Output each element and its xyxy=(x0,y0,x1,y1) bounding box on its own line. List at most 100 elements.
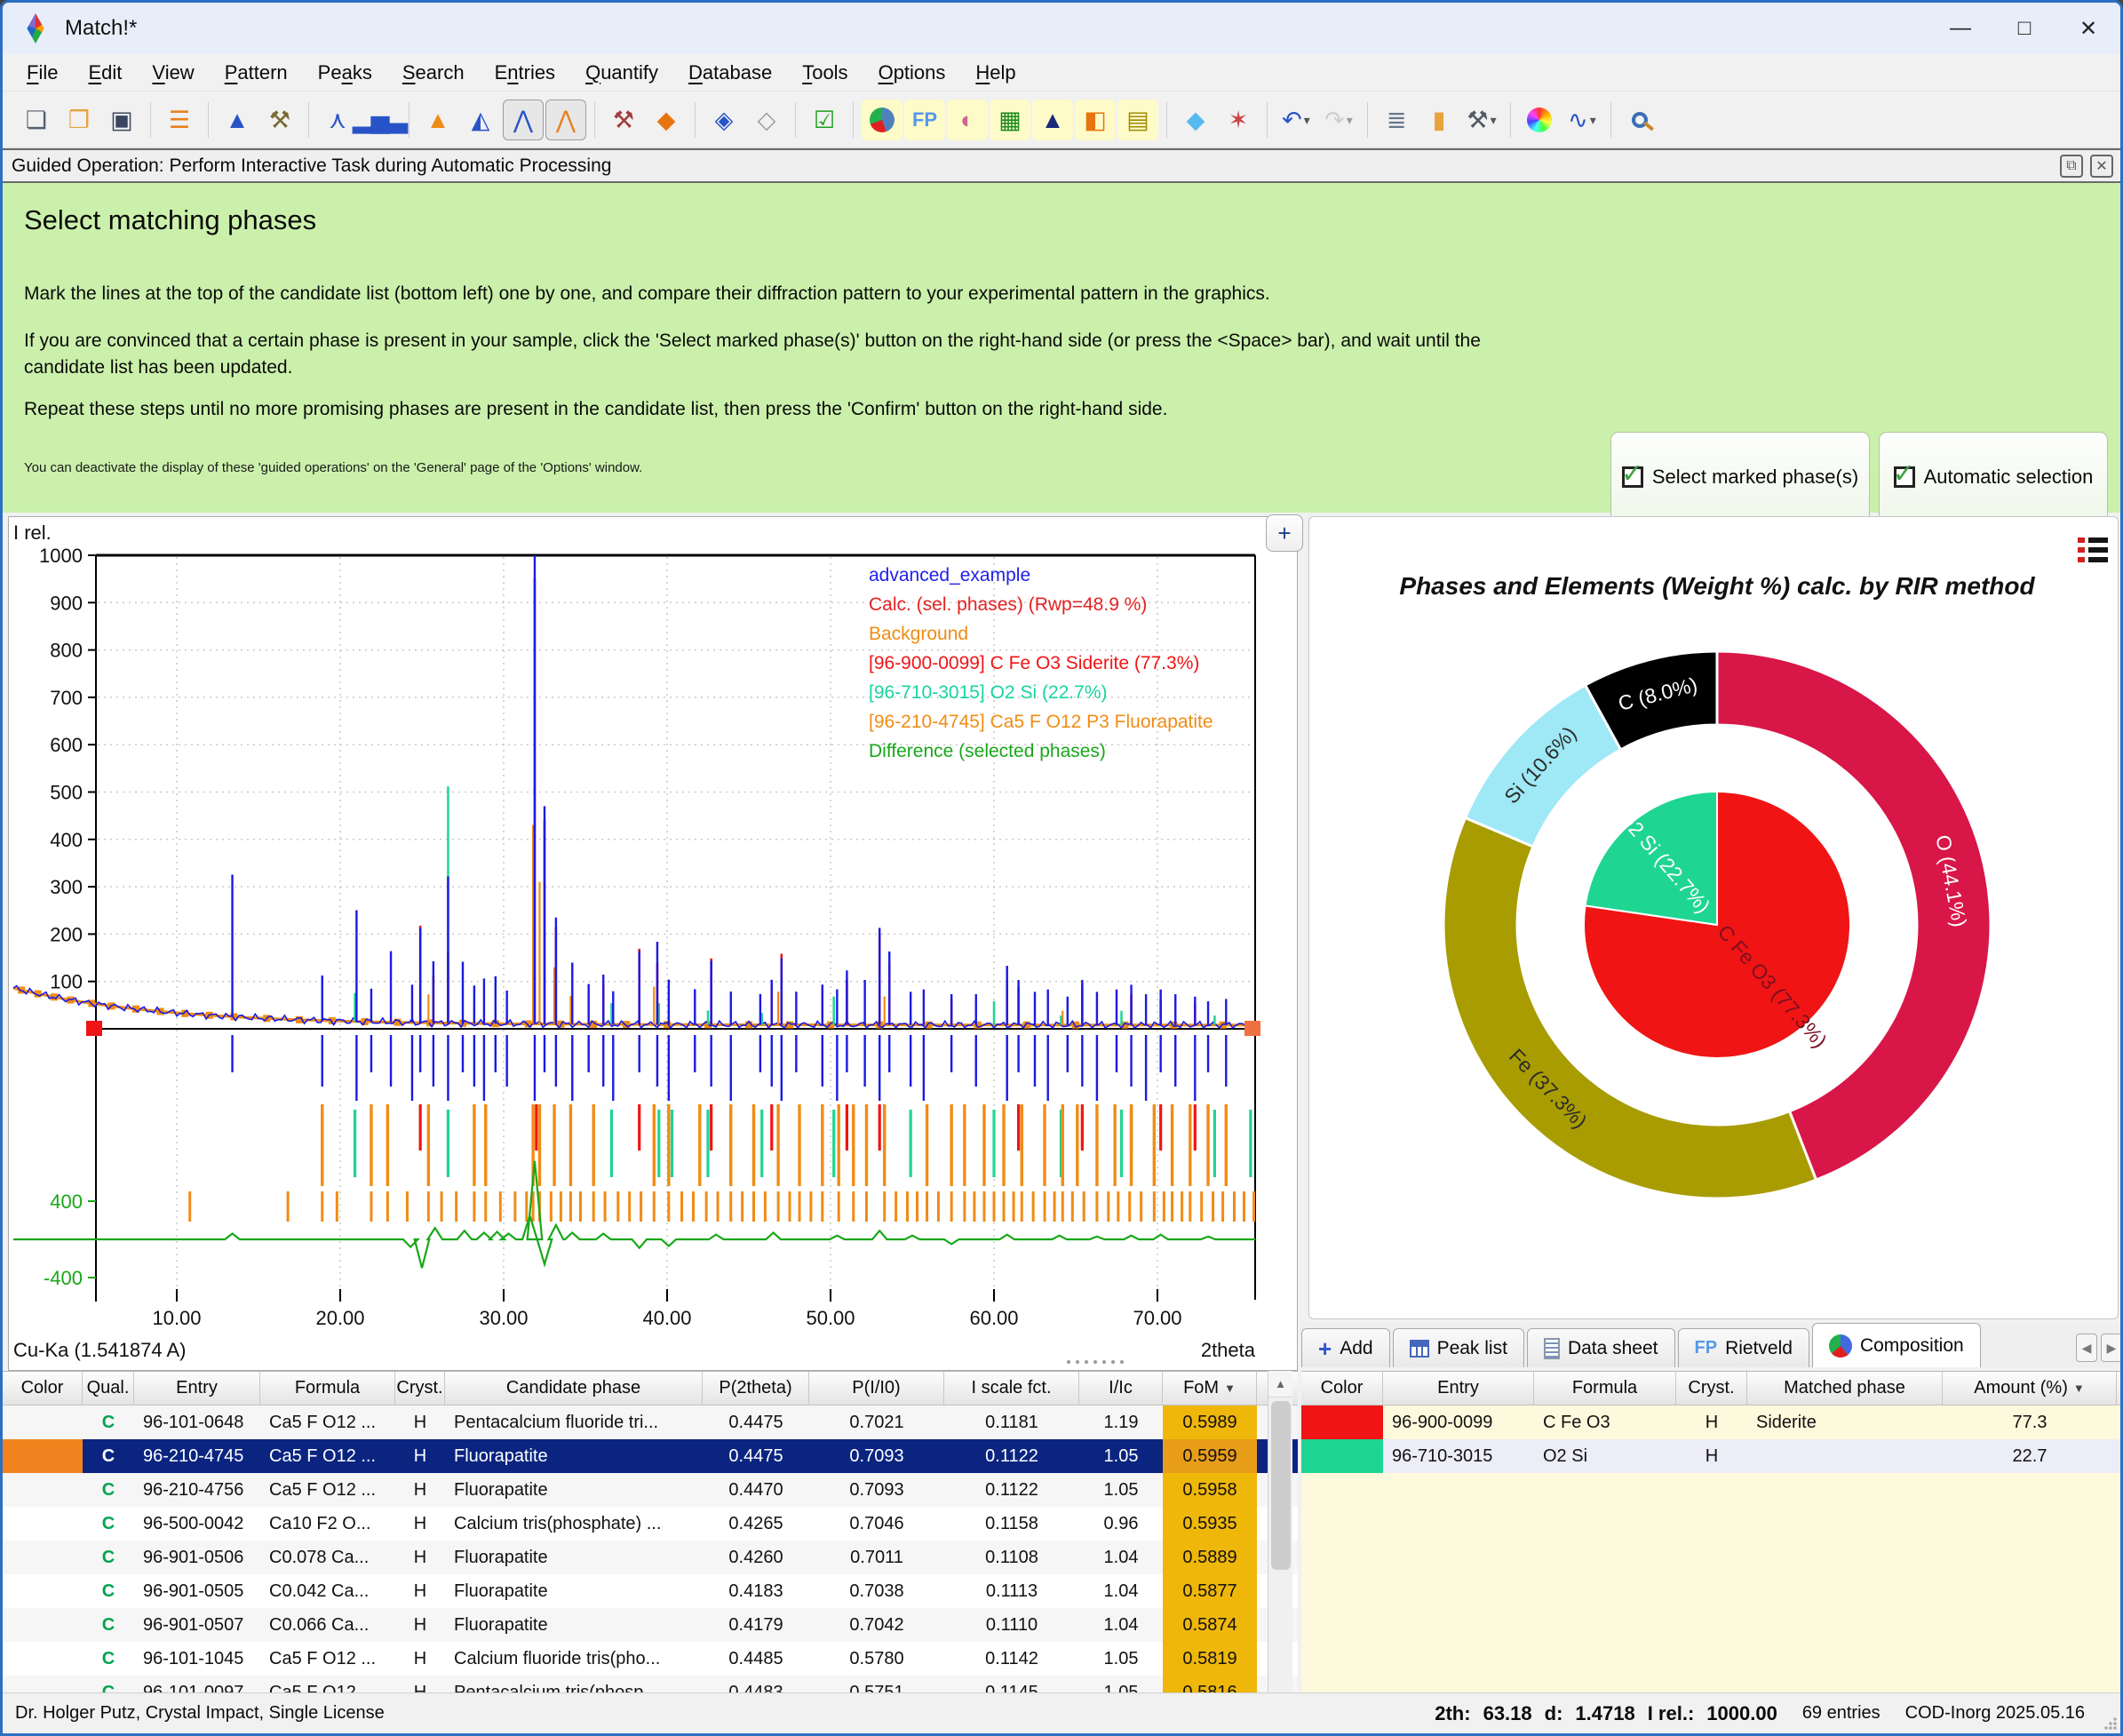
resize-grip[interactable] xyxy=(2104,1717,2117,1730)
candidate-row-96-901-0505[interactable]: C96-901-0505C0.042 Ca...HFluorapatite0.4… xyxy=(3,1574,1298,1608)
column-header-cryst[interactable]: Cryst. xyxy=(395,1372,445,1405)
column-header-formula[interactable]: Formula xyxy=(1534,1372,1676,1405)
automatic-selection-button[interactable]: ✓Automatic selection xyxy=(1879,432,2108,522)
maximize-button[interactable]: □ xyxy=(1992,3,2056,54)
minimize-button[interactable]: — xyxy=(1928,3,1992,54)
matched-row-96-900-0099[interactable]: 96-900-0099C Fe O3HSiderite77.3 xyxy=(1301,1406,2123,1439)
color-swatch xyxy=(3,1541,83,1574)
menu-item-options[interactable]: Options xyxy=(863,61,961,84)
column-header-amount[interactable]: Amount (%)▼ xyxy=(1943,1372,2117,1405)
checkbox-check-icon: ✓ xyxy=(1622,466,1643,488)
scrollbar-thumb[interactable] xyxy=(1271,1401,1291,1570)
candidate-row-96-101-1045[interactable]: C96-101-1045Ca5 F O12 ...HCalcium fluori… xyxy=(3,1642,1298,1676)
tab-composition[interactable]: Composition xyxy=(1812,1323,1981,1367)
chart-menu-icon[interactable] xyxy=(2078,538,2110,562)
candidate-row-96-101-0097[interactable]: C96-101-0097Ca5 F O12 ...HPentacalcium t… xyxy=(3,1676,1298,1692)
raw-data-button[interactable]: ▂▅▃ xyxy=(360,100,401,140)
column-header-entry[interactable]: Entry xyxy=(134,1372,260,1405)
tab-data-sheet[interactable]: Data sheet xyxy=(1527,1328,1675,1367)
entry-list-button[interactable]: ☰ xyxy=(159,100,200,140)
menu-item-view[interactable]: View xyxy=(137,61,209,84)
crystal-cube-button[interactable]: ◧ xyxy=(1075,100,1116,140)
close-panel-icon[interactable]: ✕ xyxy=(2090,155,2113,178)
compare-pattern-button-2[interactable]: ⋀ xyxy=(545,100,586,140)
candidate-list-scrollbar[interactable]: ▲ xyxy=(1268,1371,1292,1692)
redo-button[interactable]: ↷▾ xyxy=(1318,100,1359,140)
tab-label: Data sheet xyxy=(1568,1338,1658,1359)
column-header-entry[interactable]: Entry xyxy=(1383,1372,1534,1405)
matched-row-96-710-3015[interactable]: 96-710-3015O2 SiH22.7 xyxy=(1301,1439,2123,1473)
column-header-i-ic[interactable]: I/Ic xyxy=(1079,1372,1163,1405)
background-peak-button[interactable]: ▲ xyxy=(417,100,458,140)
column-header-formula[interactable]: Formula xyxy=(260,1372,395,1405)
peak-search-button[interactable]: ▲ xyxy=(217,100,258,140)
column-header-matched-phase[interactable]: Matched phase xyxy=(1747,1372,1943,1405)
undock-icon[interactable]: ⧉ xyxy=(2060,155,2083,178)
new-document-button[interactable]: ❏ xyxy=(16,100,57,140)
data-column-button[interactable]: ▮ xyxy=(1419,100,1459,140)
undo-button[interactable]: ↶▾ xyxy=(1276,100,1316,140)
open-file-button[interactable]: ❒ xyxy=(59,100,99,140)
tab-add[interactable]: +Add xyxy=(1301,1328,1390,1367)
color-wheel-button[interactable] xyxy=(1519,100,1560,140)
profile-peak-button[interactable]: ▲ xyxy=(1032,100,1073,140)
menu-item-search[interactable]: Search xyxy=(387,61,480,84)
iucr-button[interactable]: ✶ xyxy=(1218,100,1259,140)
column-header-cryst[interactable]: Cryst. xyxy=(1676,1372,1747,1405)
menu-item-help[interactable]: Help xyxy=(960,61,1030,84)
column-header-fom[interactable]: FoM▼ xyxy=(1163,1372,1257,1405)
scroll-up-icon[interactable]: ▲ xyxy=(1268,1371,1292,1398)
candidate-row-96-210-4756[interactable]: C96-210-4756Ca5 F O12 ...HFluorapatite0.… xyxy=(3,1473,1298,1507)
rietveld-fp-button[interactable]: FP xyxy=(904,100,945,140)
tabs-scroll-left-button[interactable]: ◀ xyxy=(2076,1334,2097,1362)
unit-cell-button[interactable]: ▦ xyxy=(990,100,1030,140)
menu-item-entries[interactable]: Entries xyxy=(480,61,571,84)
candidate-row-96-901-0507[interactable]: C96-901-0507C0.066 Ca...HFluorapatite0.4… xyxy=(3,1608,1298,1642)
analyse-peaks-button[interactable]: ◈ xyxy=(704,100,744,140)
select-phase-button[interactable]: ☑ xyxy=(804,100,845,140)
peak-tools-button[interactable]: ⚒ xyxy=(259,100,300,140)
menu-bar: FileEditViewPatternPeaksSearchEntriesQua… xyxy=(3,54,2120,92)
menu-item-pattern[interactable]: Pattern xyxy=(210,61,303,84)
tab-peak-list[interactable]: Peak list xyxy=(1393,1328,1524,1367)
menu-item-edit[interactable]: Edit xyxy=(73,61,137,84)
toolbar-separator xyxy=(695,102,696,138)
composition-button[interactable]: ◐ xyxy=(947,100,988,140)
legend-entry: Difference (selected phases) xyxy=(869,737,1213,766)
menu-item-peaks[interactable]: Peaks xyxy=(303,61,387,84)
candidate-row-96-500-0042[interactable]: C96-500-0042Ca10 F2 O...HCalcium tris(ph… xyxy=(3,1507,1298,1541)
menu-item-file[interactable]: File xyxy=(12,61,73,84)
menu-item-database[interactable]: Database xyxy=(673,61,787,84)
pattern-overlay-button[interactable]: ◭ xyxy=(460,100,501,140)
close-button[interactable]: ✕ xyxy=(2056,3,2120,54)
diamond-structure-button[interactable]: ◆ xyxy=(1175,100,1216,140)
column-header-color[interactable]: Color xyxy=(1301,1372,1383,1405)
column-header-p-2theta[interactable]: P(2theta) xyxy=(703,1372,809,1405)
manual-peaks-button[interactable]: ◇ xyxy=(746,100,787,140)
search-match-settings-button[interactable]: ⚒ xyxy=(603,100,644,140)
column-header-color[interactable]: Color xyxy=(3,1372,83,1405)
splitter-handle[interactable] xyxy=(1006,1360,1184,1369)
menu-item-tools[interactable]: Tools xyxy=(787,61,863,84)
candidate-row-96-101-0648[interactable]: C96-101-0648Ca5 F O12 ...HPentacalcium f… xyxy=(3,1406,1298,1439)
column-header-candidate-phase[interactable]: Candidate phase xyxy=(445,1372,703,1405)
search-zoom-button[interactable] xyxy=(1619,100,1660,140)
select-marked-phases-button[interactable]: ✓Select marked phase(s) xyxy=(1610,432,1870,522)
tabs-scroll-right-button[interactable]: ▶ xyxy=(2101,1334,2122,1362)
candidate-row-96-210-4745[interactable]: C96-210-4745Ca5 F O12 ...HFluorapatite0.… xyxy=(3,1439,1298,1473)
compare-pattern-button-1[interactable]: ⋀ xyxy=(503,100,544,140)
menu-item-quantify[interactable]: Quantify xyxy=(570,61,673,84)
candidate-row-96-901-0506[interactable]: C96-901-0506C0.078 Ca...HFluorapatite0.4… xyxy=(3,1541,1298,1574)
column-header-p-i-i0[interactable]: P(I/I0) xyxy=(809,1372,944,1405)
quantify-pie-button[interactable] xyxy=(862,100,902,140)
database-button[interactable]: ≣ xyxy=(1376,100,1417,140)
column-header-i-scale-fct[interactable]: I scale fct. xyxy=(944,1372,1079,1405)
tools-button[interactable]: ⚒▾ xyxy=(1461,100,1502,140)
candidate-diamond-button[interactable]: ◆ xyxy=(646,100,687,140)
report-button[interactable]: ▤ xyxy=(1117,100,1158,140)
save-button[interactable]: ▣ xyxy=(101,100,142,140)
column-header-qual[interactable]: Qual. xyxy=(83,1372,134,1405)
pattern-settings-button[interactable]: ∿▾ xyxy=(1562,100,1602,140)
tab-rietveld[interactable]: FPRietveld xyxy=(1678,1328,1809,1367)
zoom-in-button[interactable]: + xyxy=(1266,514,1303,552)
